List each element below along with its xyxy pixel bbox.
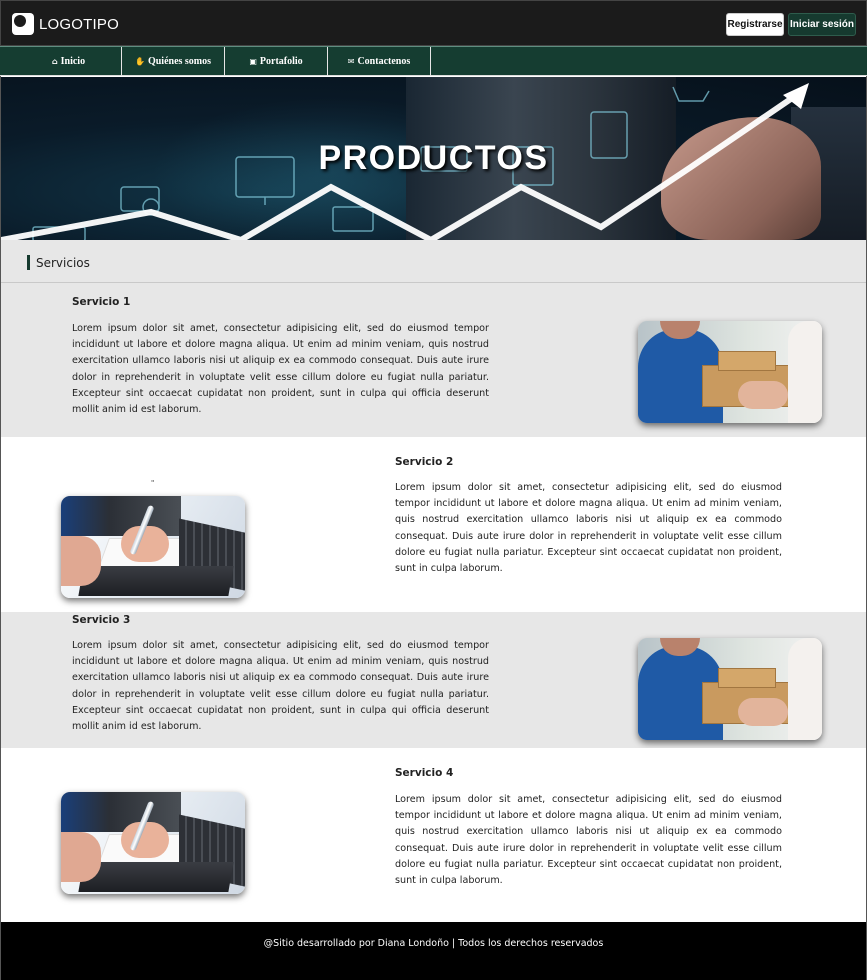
logo[interactable]: LOGOTIPO xyxy=(12,13,119,35)
top-bar: LOGOTIPO Registrarse Iniciar sesión xyxy=(0,0,867,46)
service-title: Servicio 3 xyxy=(72,614,131,626)
stray-mark: " xyxy=(151,479,155,487)
service-text: Lorem ipsum dolor sit amet, consectetur … xyxy=(395,794,782,887)
service-text: Lorem ipsum dolor sit amet, consectetur … xyxy=(72,323,489,416)
logo-icon xyxy=(12,13,34,35)
nav-item-label: Quiénes somos xyxy=(147,56,212,67)
banner-title: PRODUCTOS xyxy=(318,139,549,177)
footer-text: @Sitio desarrollado por Diana Londoño | … xyxy=(263,938,604,949)
nav-item-contactenos[interactable]: ✉ Contactenos xyxy=(328,47,431,76)
service-title: Servicio 2 xyxy=(395,456,454,468)
handshake-icon: ✋ xyxy=(134,57,145,66)
briefcase-icon: ▣ xyxy=(249,57,257,66)
section-accent-bar xyxy=(27,255,30,270)
home-icon: ⌂ xyxy=(51,57,58,66)
service-image-delivery xyxy=(638,321,822,423)
logo-text: LOGOTIPO xyxy=(39,15,119,33)
nav-item-portafolio[interactable]: ▣ Portafolio xyxy=(225,47,328,76)
service-image-writing xyxy=(61,792,245,894)
service-image-writing xyxy=(61,496,245,598)
service-text: Lorem ipsum dolor sit amet, consectetur … xyxy=(72,640,489,733)
section-header: Servicios xyxy=(1,240,866,283)
nav-item-inicio[interactable]: ⌂ Inicio xyxy=(16,47,122,76)
cart-icon xyxy=(672,86,710,102)
footer: @Sitio desarrollado por Diana Londoño | … xyxy=(1,922,866,980)
section-title: Servicios xyxy=(36,256,90,270)
service-1: Servicio 1 Lorem ipsum dolor sit amet, c… xyxy=(1,283,866,437)
nav-item-label: Portafolio xyxy=(259,56,303,67)
service-4: Servicio 4 Lorem ipsum dolor sit amet, c… xyxy=(1,748,866,922)
nav-item-quienes-somos[interactable]: ✋ Quiénes somos xyxy=(122,47,225,76)
service-title: Servicio 4 xyxy=(395,767,454,779)
nav-item-label: Contactenos xyxy=(357,56,411,67)
truck-icon xyxy=(332,206,374,232)
register-button[interactable]: Registrarse xyxy=(726,13,784,36)
hero-banner: PRODUCTOS xyxy=(1,77,866,240)
service-image-delivery xyxy=(638,638,822,740)
login-button[interactable]: Iniciar sesión xyxy=(788,13,856,36)
nav-item-label: Inicio xyxy=(60,56,86,67)
service-3: Servicio 3 Lorem ipsum dolor sit amet, c… xyxy=(1,612,866,748)
service-title: Servicio 1 xyxy=(72,296,131,308)
service-text: Lorem ipsum dolor sit amet, consectetur … xyxy=(395,482,782,575)
envelope-icon: ✉ xyxy=(347,57,355,66)
service-2: " Servicio 2 Lorem ipsum dolor sit amet,… xyxy=(1,437,866,612)
main-nav: ⌂ Inicio ✋ Quiénes somos ▣ Portafolio ✉ … xyxy=(0,46,867,76)
